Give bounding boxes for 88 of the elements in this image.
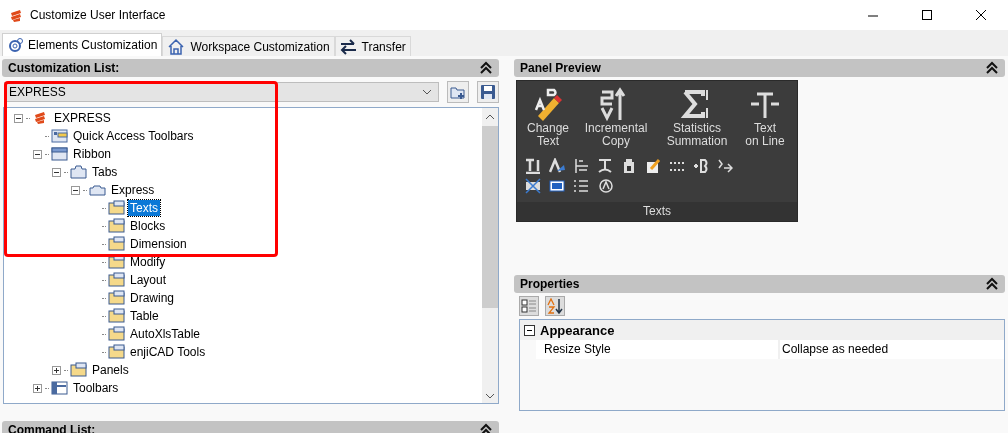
tab[interactable]: Elements Customization bbox=[2, 33, 163, 56]
toolbar-window-icon bbox=[51, 128, 68, 144]
folder-icon bbox=[70, 164, 87, 180]
tree-item[interactable]: Texts bbox=[4, 199, 160, 217]
tab[interactable]: Transfer bbox=[334, 36, 411, 56]
ribbon-button[interactable]: Change Text bbox=[523, 86, 573, 148]
tree-item[interactable]: Drawing bbox=[4, 289, 176, 307]
crossed-box-icon[interactable] bbox=[525, 178, 541, 194]
tree-item[interactable]: AutoXlsTable bbox=[4, 325, 203, 343]
section-title: Properties bbox=[520, 277, 580, 291]
panel-folder-icon bbox=[108, 236, 125, 252]
panel-folder-icon bbox=[108, 308, 125, 324]
window-title: Customize User Interface bbox=[30, 8, 166, 22]
sort-az-icon bbox=[547, 298, 563, 314]
house-icon bbox=[167, 38, 186, 55]
tab[interactable]: Workspace Customization bbox=[162, 36, 335, 56]
ribbon-button[interactable]: Incremental Copy bbox=[573, 86, 659, 148]
letter-brush-icon[interactable] bbox=[549, 158, 565, 174]
sort-button[interactable] bbox=[545, 296, 565, 316]
collapse-icon[interactable] bbox=[71, 185, 80, 195]
tree-item[interactable]: Blocks bbox=[4, 217, 168, 235]
dropdown[interactable]: EXPRESS bbox=[4, 82, 439, 102]
categorized-button[interactable] bbox=[519, 296, 539, 316]
framed-box-icon[interactable] bbox=[549, 178, 565, 194]
tree-item[interactable]: EXPRESS bbox=[4, 109, 113, 127]
folder-plus-icon bbox=[450, 84, 466, 100]
chevron-up-icon[interactable] bbox=[485, 114, 495, 120]
text-tool-icon[interactable] bbox=[525, 158, 541, 174]
panel-folder-icon bbox=[108, 290, 125, 306]
section-title: Customization List: bbox=[8, 61, 120, 75]
close-icon[interactable] bbox=[976, 10, 986, 20]
property-value[interactable]: Collapse as needed bbox=[780, 340, 1004, 359]
section-title: Panel Preview bbox=[520, 61, 601, 75]
collapse-icon[interactable] bbox=[524, 324, 535, 336]
tree-item[interactable]: Panels bbox=[4, 361, 131, 379]
tree-item[interactable]: Tabs bbox=[4, 163, 120, 181]
panel-folder-icon bbox=[108, 326, 125, 342]
expand-icon[interactable] bbox=[52, 365, 61, 375]
tree-item[interactable]: Modify bbox=[4, 253, 168, 271]
tree-item[interactable]: Toolbars bbox=[4, 379, 121, 397]
arc-text-icon[interactable] bbox=[597, 158, 613, 174]
collapse-icon[interactable] bbox=[33, 149, 42, 159]
arrow-text-icon[interactable] bbox=[717, 158, 733, 174]
new-folder-button[interactable] bbox=[447, 81, 469, 103]
collapse-icon[interactable] bbox=[52, 167, 61, 177]
tree-item[interactable]: Ribbon bbox=[4, 145, 114, 163]
category-label: Appearance bbox=[540, 322, 615, 338]
expand-icon[interactable] bbox=[33, 383, 42, 393]
ribbon-button[interactable]: Statistics Summation bbox=[659, 86, 735, 148]
circled-letter-icon[interactable] bbox=[597, 178, 613, 194]
chevron-down-icon[interactable] bbox=[485, 393, 495, 399]
numbered-list-icon[interactable] bbox=[573, 178, 589, 194]
collapse-icon[interactable] bbox=[985, 277, 999, 291]
collapse-icon[interactable] bbox=[479, 423, 493, 433]
panel-folder-icon bbox=[108, 344, 125, 360]
ribbon-button[interactable]: Text on Line bbox=[735, 86, 795, 148]
app-logo-icon bbox=[8, 8, 22, 22]
collapse-icon[interactable] bbox=[14, 113, 23, 123]
tree-item[interactable]: Layout bbox=[4, 271, 169, 289]
gear-icon bbox=[7, 37, 23, 53]
window-icon bbox=[51, 146, 68, 162]
scrollbar[interactable] bbox=[482, 108, 498, 403]
tree-item[interactable]: Express bbox=[4, 181, 157, 199]
align-text-icon[interactable] bbox=[573, 158, 589, 174]
panel-folder-icon bbox=[108, 254, 125, 270]
panel-folder-icon bbox=[108, 200, 125, 216]
panel-folder-icon bbox=[70, 362, 87, 378]
panel-folder-icon bbox=[108, 272, 125, 288]
arrows-icon bbox=[339, 38, 357, 55]
scrollbar-thumb[interactable] bbox=[482, 126, 498, 308]
panel-folder-icon bbox=[108, 218, 125, 234]
save-button[interactable] bbox=[477, 81, 499, 103]
collapse-icon[interactable] bbox=[985, 61, 999, 75]
collapse-icon[interactable] bbox=[479, 61, 493, 75]
chevron-down-icon bbox=[422, 89, 432, 95]
tree-item[interactable]: Dimension bbox=[4, 235, 189, 253]
clipboard-icon[interactable] bbox=[621, 158, 637, 174]
property-name: Resize Style bbox=[536, 340, 778, 359]
maximize-icon[interactable] bbox=[922, 10, 932, 20]
folder-icon bbox=[89, 182, 106, 198]
tree-item[interactable]: Table bbox=[4, 307, 161, 325]
tree-item[interactable]: enjiCAD Tools bbox=[4, 343, 208, 361]
category-list-icon bbox=[521, 298, 537, 314]
plus-minus-letter-icon[interactable] bbox=[693, 158, 709, 174]
note-pencil-icon[interactable] bbox=[645, 158, 661, 174]
toolbar-icon bbox=[51, 380, 68, 396]
tree-item[interactable]: Quick Access Toolbars bbox=[4, 127, 196, 145]
panel-label: Texts bbox=[517, 202, 797, 221]
